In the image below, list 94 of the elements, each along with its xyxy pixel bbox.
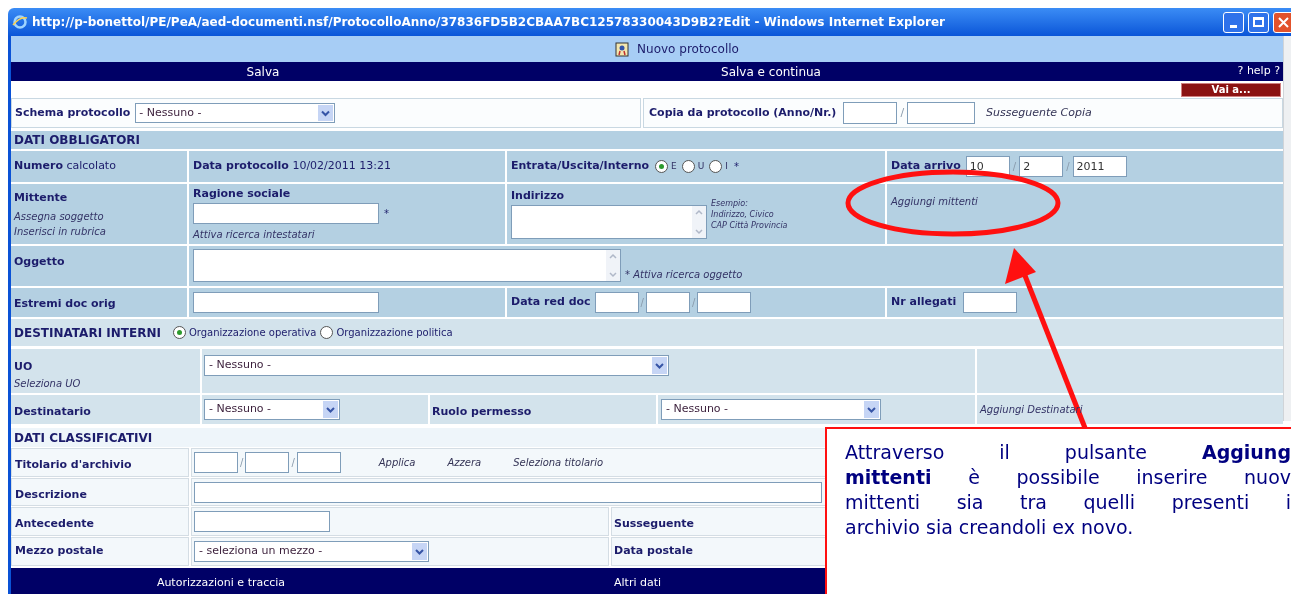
close-icon	[1278, 16, 1289, 28]
minimize-button[interactable]	[1223, 11, 1244, 33]
close-button[interactable]	[1273, 11, 1291, 33]
separator-text: /	[1012, 160, 1017, 174]
number-field[interactable]	[907, 102, 976, 124]
option-label: I	[725, 159, 728, 173]
field-label: Copia da protocollo (Anno/Nr.)	[649, 104, 837, 121]
option-label: E	[671, 159, 677, 173]
action-link[interactable]: Applica	[378, 455, 416, 470]
field-label: Mittente	[14, 190, 69, 206]
date-text: Data protocollo 10/02/2011 13:21	[193, 158, 391, 175]
select-unit-link[interactable]: Seleziona UO	[14, 375, 197, 391]
text-field[interactable]	[193, 292, 379, 313]
date-field[interactable]	[646, 292, 690, 313]
save-link[interactable]: Salva	[11, 62, 515, 81]
callout-text: Attraverso il pulsante Aggiung mittenti è possibile inserire nuov mittenti sia tra quelli presenti i archivio sia creandoli ex novo.	[845, 440, 1291, 540]
year-field[interactable]	[843, 102, 898, 124]
field-label: UO	[14, 359, 34, 375]
action-link[interactable]: Azzera	[447, 455, 482, 470]
previous-field[interactable]	[194, 511, 330, 532]
page-title: Nuovo protocollo	[637, 41, 739, 58]
field-label: Ruolo permesso	[432, 405, 532, 418]
field-label: Ragione sociale	[193, 186, 292, 202]
radio-button[interactable]	[681, 160, 695, 173]
field-label: Antecedente	[15, 517, 94, 530]
goto-button[interactable]: Vai a...	[1181, 83, 1281, 97]
separator-text: /	[900, 104, 905, 121]
field-label: Susseguente	[614, 517, 695, 530]
number-text: Numero calcolato	[14, 158, 116, 175]
field-label: Oggetto	[14, 255, 65, 268]
address-textarea[interactable]	[511, 204, 707, 239]
code-field[interactable]	[245, 452, 290, 473]
description-field[interactable]	[194, 481, 822, 503]
document-icon	[615, 41, 630, 57]
date-field[interactable]: 2	[1019, 156, 1064, 177]
authorizations-tab[interactable]: Autorizzazioni e traccia	[11, 574, 431, 592]
date-field[interactable]: 2011	[1072, 156, 1127, 177]
dropdown[interactable]: - Nessuno -	[204, 399, 340, 420]
field-label: Schema protocollo	[15, 104, 131, 121]
date-field[interactable]	[594, 292, 639, 313]
radio-button[interactable]	[172, 326, 186, 339]
radio-button[interactable]	[709, 160, 723, 173]
radio-button[interactable]	[320, 326, 334, 339]
field-label: Data postale	[614, 543, 693, 560]
option-label: Organizzazione operativa	[188, 326, 317, 340]
field-label: Entrata/Uscita/Interno	[511, 158, 650, 175]
required-mark: *	[384, 206, 389, 221]
code-field[interactable]	[194, 452, 238, 473]
window-title: http://p-bonettol/PE/PeA/aed-documenti.nsf/ProtocolloAnno/37836FD5B2CBAA7BC12578330043D9B2?Edit - Windows Internet Explorer	[32, 14, 945, 31]
code-field[interactable]	[296, 452, 341, 473]
hint-text: CAP Città Provincia	[711, 220, 788, 231]
section-title: DESTINATARI INTERNI	[14, 324, 161, 342]
hint-text: Indirizzo, Civico	[711, 209, 775, 220]
separator-text: /	[1066, 160, 1070, 174]
dropdown[interactable]: - seleziona un mezzo -	[194, 541, 429, 562]
action-link[interactable]: Seleziona titolario	[513, 455, 604, 470]
field-label: Nr allegati	[891, 294, 957, 311]
field-label: Estremi doc orig	[14, 297, 116, 310]
save-continue-link[interactable]: Salva e continua	[515, 62, 1027, 81]
help-link[interactable]: ? help ?	[1237, 63, 1280, 80]
radio-button[interactable]	[655, 160, 669, 173]
dropdown[interactable]: - Nessuno -	[661, 399, 881, 420]
other-data-tab[interactable]: Altri dati	[614, 574, 662, 592]
dropdown[interactable]: - Nessuno -	[135, 103, 336, 123]
field-label: Data arrivo	[891, 158, 961, 175]
field-label: Mezzo postale	[15, 543, 104, 560]
assign-subject-link[interactable]: Assegna soggetto	[14, 208, 184, 224]
field-label: Indirizzo	[511, 188, 566, 204]
search-holders-link[interactable]: Attiva ricerca intestatari	[193, 226, 501, 242]
section-title: DATI OBBLIGATORI	[14, 132, 141, 149]
maximize-button[interactable]	[1248, 11, 1269, 33]
browser-icon	[12, 14, 28, 30]
next-copy-link[interactable]: Susseguente Copia	[986, 104, 1092, 122]
separator-text: /	[240, 456, 244, 470]
attachments-field[interactable]	[963, 292, 1018, 313]
hint-text: Esempio:	[711, 198, 749, 209]
separator-text: /	[640, 296, 644, 310]
field-label: Titolario d'archivio	[15, 458, 132, 471]
field-label: Data red doc	[511, 294, 591, 311]
option-label: Organizzazione politica	[336, 326, 453, 340]
separator-text: /	[692, 296, 696, 310]
add-to-contacts-link[interactable]: Inserisci in rubrica	[14, 223, 184, 239]
date-field[interactable]	[697, 292, 752, 313]
option-label: U	[697, 159, 705, 173]
field-label: Destinatario	[14, 403, 91, 420]
section-title: DATI CLASSIFICATIVI	[14, 429, 153, 447]
company-name-field[interactable]	[193, 202, 379, 224]
field-label: Descrizione	[15, 488, 87, 501]
required-mark: *	[734, 160, 739, 174]
add-senders-link[interactable]: Aggiungi mittenti	[891, 196, 978, 207]
subject-textarea[interactable]	[193, 249, 621, 282]
search-subject-link[interactable]: * Attiva ricerca oggetto	[625, 267, 743, 282]
separator-text: /	[291, 456, 295, 470]
dropdown[interactable]: - Nessuno -	[204, 355, 669, 376]
